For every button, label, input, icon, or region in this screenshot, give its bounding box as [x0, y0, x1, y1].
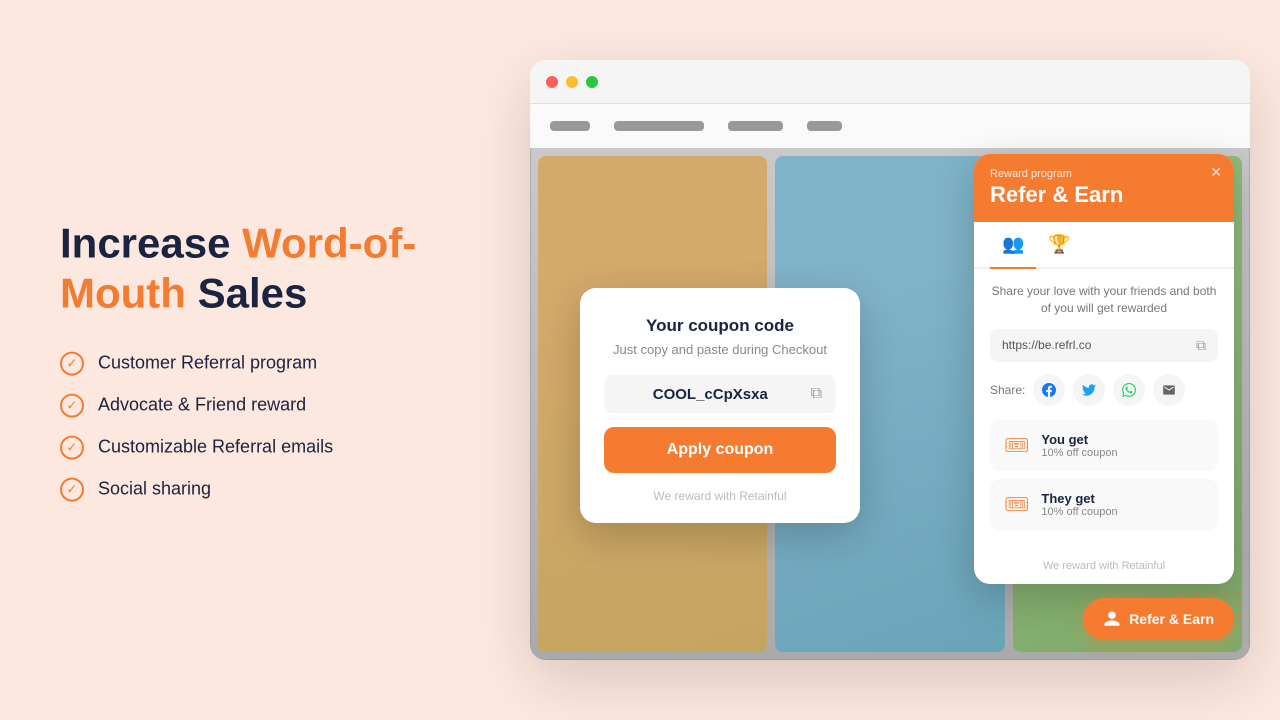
coupon-code-row: COOL_cCpXsxa ⧉	[604, 375, 836, 413]
coupon-footer: We reward with Retainful	[604, 489, 836, 503]
reward-info-you: You get 10% off coupon	[1041, 432, 1117, 459]
widget-share-text: Share your love with your friends and bo…	[990, 283, 1218, 317]
reward-card-they-get: 🎟 They get 10% off coupon	[990, 479, 1218, 530]
left-section: Increase Word-of-Mouth Sales ✓ Customer …	[60, 219, 490, 502]
refer-tab-icon: 👥	[1002, 234, 1024, 254]
browser-topbar	[530, 60, 1250, 104]
tab-refer[interactable]: 👥	[990, 222, 1036, 267]
referral-link-text: https://be.refrl.co	[1002, 338, 1188, 352]
feature-item-3: ✓ Customizable Referral emails	[60, 435, 490, 459]
check-icon-2: ✓	[60, 393, 84, 417]
reward-title-you: You get	[1041, 432, 1117, 447]
coupon-title: Your coupon code	[604, 316, 836, 336]
dot-4	[1222, 590, 1227, 595]
reward-desc-you: 10% off coupon	[1041, 447, 1117, 459]
refer-earn-widget: Reward program Refer & Earn ✕ 👥 🏆 Share …	[974, 154, 1234, 584]
widget-title: Refer & Earn	[990, 182, 1218, 208]
widget-header: Reward program Refer & Earn ✕	[974, 154, 1234, 222]
reward-icon-you: 🎟	[1004, 433, 1029, 458]
coupon-subtitle: Just copy and paste during Checkout	[604, 342, 836, 357]
check-icon-4: ✓	[60, 477, 84, 501]
share-whatsapp-icon[interactable]	[1113, 374, 1145, 406]
apply-coupon-button[interactable]: Apply coupon	[604, 427, 836, 473]
check-icon-1: ✓	[60, 351, 84, 375]
widget-close-button[interactable]: ✕	[1210, 164, 1222, 181]
feature-list: ✓ Customer Referral program ✓ Advocate &…	[60, 351, 490, 501]
dot-2	[1194, 590, 1199, 595]
refer-float-label: Refer & Earn	[1129, 611, 1214, 627]
headline-suffix: Sales	[186, 270, 307, 317]
feature-item-1: ✓ Customer Referral program	[60, 351, 490, 375]
browser-dot-green[interactable]	[586, 76, 598, 88]
copy-link-icon[interactable]: ⧉	[1196, 337, 1206, 354]
browser-content: Your coupon code Just copy and paste dur…	[530, 104, 1250, 660]
feature-label-4: Social sharing	[98, 479, 211, 500]
feature-label-2: Advocate & Friend reward	[98, 395, 306, 416]
nav-item-activewear	[614, 121, 704, 131]
browser-dot-yellow[interactable]	[566, 76, 578, 88]
rewards-tab-icon: 🏆	[1048, 234, 1070, 254]
widget-label: Reward program	[990, 168, 1218, 180]
browser-dot-red[interactable]	[546, 76, 558, 88]
referral-link-row: https://be.refrl.co ⧉	[990, 329, 1218, 362]
browser-window: Your coupon code Just copy and paste dur…	[530, 60, 1250, 660]
refer-float-icon	[1103, 610, 1121, 628]
dot-3	[1208, 590, 1213, 595]
feature-item-2: ✓ Advocate & Friend reward	[60, 393, 490, 417]
widget-tabs: 👥 🏆	[974, 222, 1234, 269]
coupon-code-text: COOL_cCpXsxa	[618, 386, 803, 403]
headline-prefix: Increase	[60, 220, 242, 267]
headline: Increase Word-of-Mouth Sales	[60, 219, 490, 320]
dot-15	[1236, 612, 1241, 617]
nav-item-home	[550, 121, 590, 131]
store-nav	[530, 104, 1250, 148]
coupon-modal: Your coupon code Just copy and paste dur…	[580, 288, 860, 523]
reward-info-they: They get 10% off coupon	[1041, 491, 1117, 518]
share-icons-row: Share:	[990, 374, 1218, 406]
dot-1	[1180, 590, 1185, 595]
share-twitter-icon[interactable]	[1073, 374, 1105, 406]
widget-footer: We reward with Retainful	[974, 552, 1234, 584]
check-icon-3: ✓	[60, 435, 84, 459]
nav-item-learn	[807, 121, 842, 131]
feature-item-4: ✓ Social sharing	[60, 477, 490, 501]
share-facebook-icon[interactable]	[1033, 374, 1065, 406]
copy-icon[interactable]: ⧉	[811, 385, 822, 403]
reward-desc-they: 10% off coupon	[1041, 506, 1117, 518]
widget-body: Share your love with your friends and bo…	[974, 269, 1234, 552]
tab-rewards[interactable]: 🏆	[1036, 222, 1082, 267]
reward-title-they: They get	[1041, 491, 1117, 506]
feature-label-3: Customizable Referral emails	[98, 437, 333, 458]
reward-card-you-get: 🎟 You get 10% off coupon	[990, 420, 1218, 471]
feature-label-1: Customer Referral program	[98, 353, 317, 374]
share-label: Share:	[990, 383, 1025, 397]
share-email-icon[interactable]	[1153, 374, 1185, 406]
reward-icon-they: 🎟	[1004, 492, 1029, 517]
dot-10	[1236, 601, 1241, 606]
nav-item-under50	[728, 121, 783, 131]
dot-5	[1236, 590, 1241, 595]
refer-earn-float-button[interactable]: Refer & Earn	[1083, 598, 1234, 640]
